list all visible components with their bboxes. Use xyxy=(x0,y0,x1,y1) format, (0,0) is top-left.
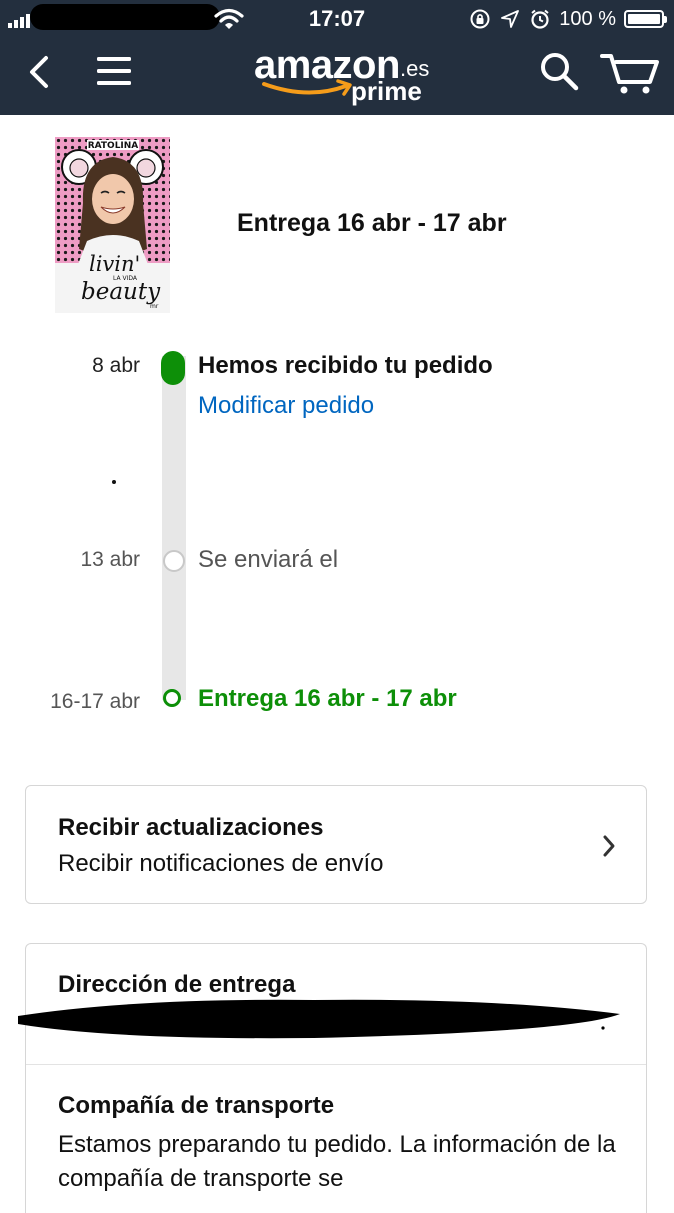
timeline-marker-pending xyxy=(163,550,185,572)
back-arrow-icon[interactable] xyxy=(24,52,58,92)
cover-title-beauty: beauty xyxy=(81,279,161,305)
order-info-card: Dirección de entrega Compañía de transpo… xyxy=(25,943,647,1213)
location-icon xyxy=(501,10,520,28)
shipping-updates-card[interactable]: Recibir actualizaciones Recibir notifica… xyxy=(25,785,647,904)
amazon-prime-logo[interactable]: amazon .es prime xyxy=(254,42,434,108)
timeline-step-shipping: Se enviará el xyxy=(198,546,339,573)
timeline-date-shipping: 13 abr xyxy=(80,548,140,571)
redacted-address xyxy=(18,999,620,1039)
updates-subtitle: Recibir notificaciones de envío xyxy=(58,850,384,877)
timeline-dot xyxy=(112,480,116,484)
amazon-smile-icon xyxy=(262,79,352,96)
timeline-step-delivery: Entrega 16 abr - 17 abr xyxy=(198,685,457,712)
app-header: 17:07 100 % amazon .es prime xyxy=(0,0,674,115)
cover-publisher-logo: mr xyxy=(150,303,159,310)
delivery-heading: Entrega 16 abr - 17 abr xyxy=(237,209,507,237)
search-icon[interactable] xyxy=(538,50,580,92)
cover-series-label: RATOLINA xyxy=(88,141,139,151)
cart-icon[interactable] xyxy=(600,50,660,96)
timeline-step-ordered: Hemos recibido tu pedido xyxy=(198,352,493,379)
cover-title-livin: livin' xyxy=(89,252,140,276)
updates-title: Recibir actualizaciones xyxy=(58,814,324,841)
carrier-title: Compañía de transporte xyxy=(58,1092,335,1119)
timeline-date-delivery: 16-17 abr xyxy=(50,690,140,713)
menu-icon[interactable] xyxy=(96,54,132,88)
timeline-track xyxy=(162,356,186,700)
status-bar: 17:07 100 % xyxy=(0,0,674,38)
rotation-lock-icon xyxy=(470,9,490,29)
logo-prime: prime xyxy=(351,76,422,106)
delivery-address-title: Dirección de entrega xyxy=(58,971,296,998)
modify-order-link[interactable]: Modificar pedido xyxy=(198,392,374,420)
timeline-date-ordered: 8 abr xyxy=(92,354,140,377)
timeline-marker-done xyxy=(161,351,185,385)
carrier-status-text: Estamos preparando tu pedido. La informa… xyxy=(58,1131,616,1192)
alarm-icon xyxy=(531,9,549,29)
battery-icon xyxy=(624,10,667,28)
card-divider xyxy=(26,1064,646,1065)
status-indicators: 100 % xyxy=(469,6,667,32)
book-cover-image[interactable]: RATOLINA livin' LA VIDA beauty mr xyxy=(55,137,170,313)
chevron-right-icon xyxy=(603,835,615,857)
battery-percent: 100 % xyxy=(559,7,616,30)
timeline-marker-delivery xyxy=(163,689,181,707)
